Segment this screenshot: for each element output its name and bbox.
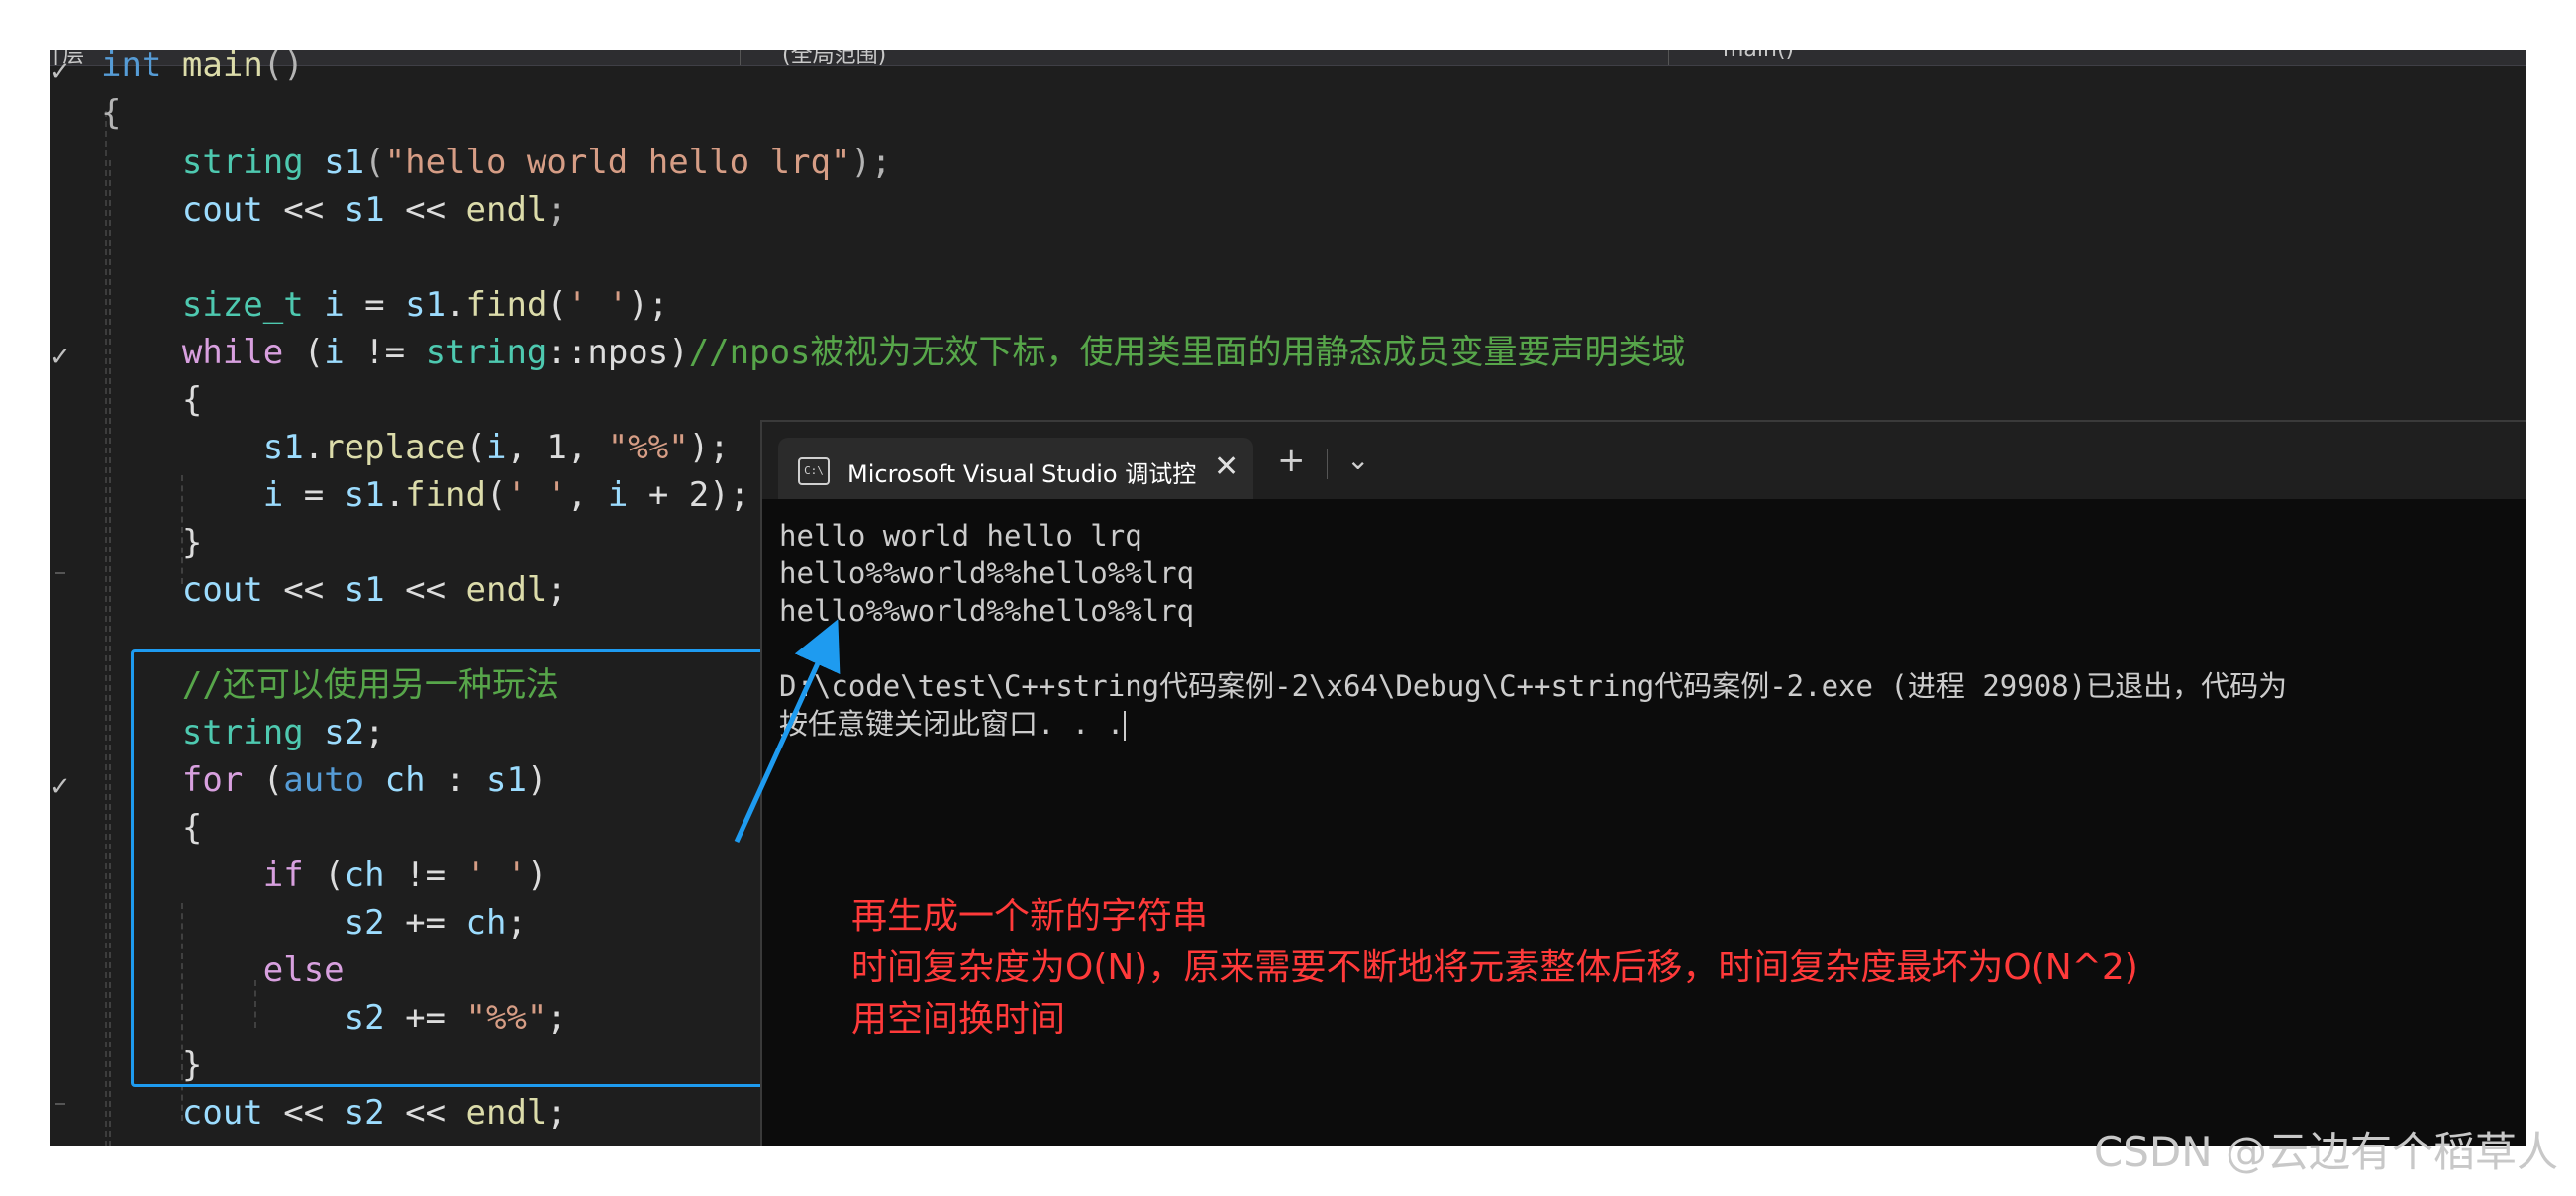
watermark: CSDN @云边有个稻草人 [2093, 1128, 2558, 1176]
annotation-line: 时间复杂度为O(N)，原来需要不断地将元素整体后移，时间复杂度最坏为O(N^2) [851, 947, 2138, 988]
annotation-line: 用空间换时间 [851, 999, 1066, 1040]
annotation-line: 再生成一个新的字符串 [851, 896, 1209, 937]
annotation-text: 再生成一个新的字符串 时间复杂度为O(N)，原来需要不断地将元素整体后移，时间复… [851, 891, 2138, 1046]
